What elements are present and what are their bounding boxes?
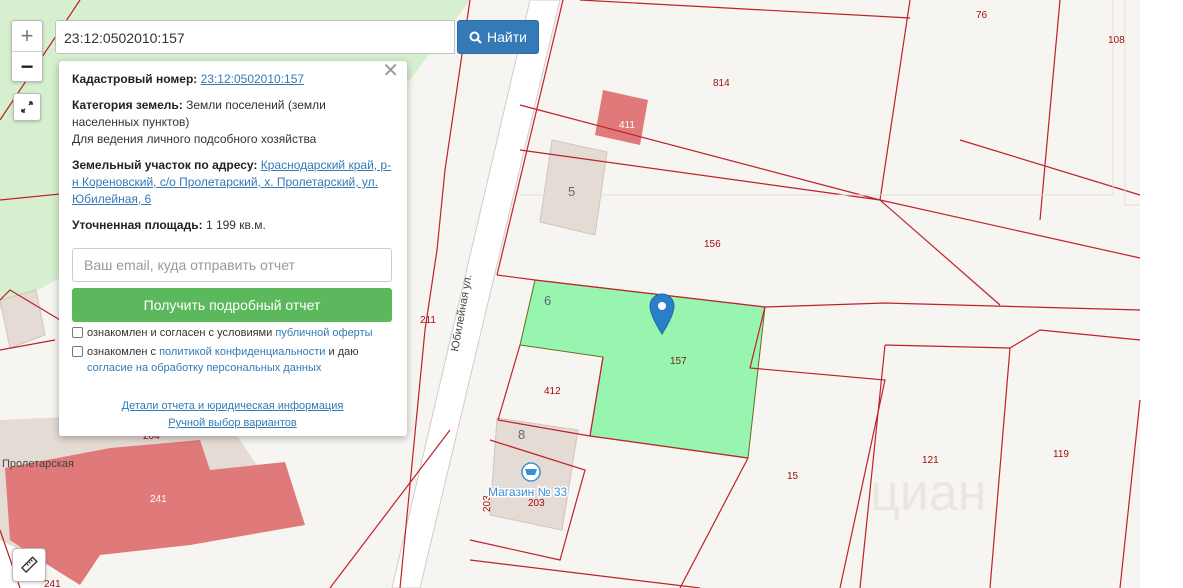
email-input[interactable]: Ваш email, куда отправить отчет bbox=[72, 248, 392, 282]
parcel-info-popup: ✕ Кадастровый номер: 23:12:0502010:157 К… bbox=[59, 61, 407, 436]
plot-156: 156 bbox=[704, 239, 721, 250]
measure-button[interactable] bbox=[12, 548, 46, 582]
plot-76: 76 bbox=[976, 10, 988, 21]
area-label: Уточненная площадь: bbox=[72, 218, 203, 232]
manual-selection-link[interactable]: Ручной выбор вариантов bbox=[72, 415, 393, 432]
address-label: Земельный участок по адресу: bbox=[72, 158, 258, 172]
zoom-in-button[interactable]: + bbox=[12, 21, 42, 51]
report-details-link[interactable]: Детали отчета и юридическая информация bbox=[72, 398, 393, 415]
plot-157: 157 bbox=[670, 356, 687, 367]
house-number-8: 8 bbox=[518, 427, 525, 442]
public-offer-link[interactable]: публичной оферты bbox=[275, 327, 372, 339]
plot-241-bottom: 241 bbox=[44, 579, 61, 588]
usage-text: Для ведения личного подсобного хозяйства bbox=[72, 132, 317, 146]
search-icon bbox=[469, 31, 482, 44]
offer-checkbox[interactable] bbox=[72, 327, 83, 338]
plot-211: 211 bbox=[420, 315, 436, 326]
ruler-icon bbox=[20, 556, 38, 574]
privacy-consent-row: ознакомлен с политикой конфиденциальност… bbox=[72, 344, 393, 376]
address-row: Земельный участок по адресу: Краснодарск… bbox=[72, 157, 393, 208]
plot-411: 411 bbox=[619, 120, 635, 131]
privacy-policy-link[interactable]: политикой конфиденциальности bbox=[159, 346, 325, 358]
fullscreen-button[interactable] bbox=[13, 93, 41, 121]
street-label-proletarskaya: Пролетарская bbox=[2, 458, 74, 470]
plot-814: 814 bbox=[713, 78, 730, 89]
zoom-control: + − bbox=[11, 20, 43, 82]
plot-119: 119 bbox=[1053, 449, 1069, 460]
plot-15: 15 bbox=[787, 471, 799, 482]
area-row: Уточненная площадь: 1 199 кв.м. bbox=[72, 217, 393, 234]
map-view[interactable]: 76 108 814 411 156 157 211 412 15 121 11… bbox=[0, 0, 1183, 588]
search-button[interactable]: Найти bbox=[457, 20, 539, 54]
watermark-cian: циан bbox=[870, 464, 986, 522]
zoom-out-button[interactable]: − bbox=[12, 51, 42, 81]
shop-label: Магазин № 33 bbox=[488, 485, 568, 499]
close-icon[interactable]: ✕ bbox=[382, 61, 399, 81]
offer-consent-text: ознакомлен и согласен с условиями bbox=[87, 327, 273, 339]
shop-icon bbox=[521, 462, 541, 482]
house-number-5: 5 bbox=[568, 184, 575, 199]
category-label: Категория земель: bbox=[72, 98, 183, 112]
plot-108: 108 bbox=[1108, 35, 1125, 46]
house-number-6: 6 bbox=[544, 293, 551, 308]
plot-203: 203 bbox=[528, 498, 545, 509]
search-button-label: Найти bbox=[487, 29, 527, 45]
cadastral-number-link[interactable]: 23:12:0502010:157 bbox=[201, 72, 304, 86]
popup-links: Детали отчета и юридическая информация Р… bbox=[72, 398, 393, 432]
privacy-text-2: и даю bbox=[328, 346, 359, 358]
category-row: Категория земель: Земли поселений (земли… bbox=[72, 97, 393, 131]
personal-data-consent-link[interactable]: согласие на обработку персональных данны… bbox=[87, 362, 321, 374]
cadastral-number-row: Кадастровый номер: 23:12:0502010:157 bbox=[72, 71, 393, 88]
plot-241: 241 bbox=[150, 494, 167, 505]
offer-consent-row: ознакомлен и согласен с условиями публич… bbox=[72, 325, 393, 341]
building-west bbox=[0, 289, 46, 349]
privacy-text-1: ознакомлен с bbox=[87, 346, 157, 358]
area-value: 1 199 кв.м. bbox=[205, 218, 266, 232]
privacy-checkbox[interactable] bbox=[72, 346, 83, 357]
expand-icon bbox=[21, 101, 33, 113]
get-report-button[interactable]: Получить подробный отчет bbox=[72, 288, 392, 322]
plot-412: 412 bbox=[544, 386, 561, 397]
search-input[interactable]: 23:12:0502010:157 bbox=[55, 20, 455, 54]
cadastral-number-label: Кадастровый номер: bbox=[72, 72, 198, 86]
